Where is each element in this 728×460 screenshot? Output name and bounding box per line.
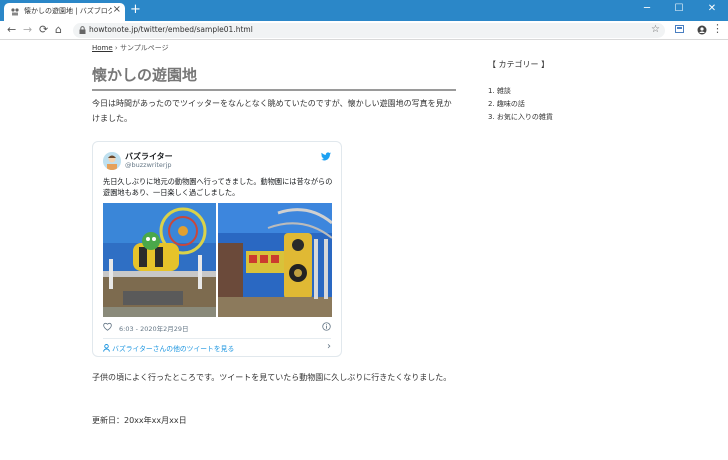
browser-toolbar: ← → ⟳ ⌂ howtonote.jp/twitter/embed/sampl… bbox=[0, 21, 728, 40]
updated-date: 更新日：20xx年xx月xx日 bbox=[92, 416, 187, 425]
breadcrumb-current: サンプルページ bbox=[119, 44, 169, 52]
bookmark-star-icon[interactable]: ☆ bbox=[651, 24, 660, 35]
closing-paragraph: 子供の頃によく行ったところです。ツイートを見ていたら動物園に久しぶりに行きたくな… bbox=[92, 373, 452, 382]
address-bar[interactable]: howtonote.jp/twitter/embed/sample01.html… bbox=[73, 23, 665, 38]
more-tweets-label: バズライターさんの他のツイートを見る bbox=[112, 345, 235, 353]
close-window-button[interactable]: ✕ bbox=[697, 2, 727, 16]
account-icon[interactable] bbox=[697, 25, 707, 35]
extension-icon[interactable] bbox=[675, 25, 685, 35]
like-heart-icon[interactable] bbox=[103, 322, 112, 331]
browser-tab[interactable]: 懐かしの遊園地 | バズブログ × bbox=[4, 3, 125, 21]
minimize-button[interactable]: ─ bbox=[632, 2, 662, 16]
person-icon bbox=[103, 344, 110, 352]
sidebar-item-chat[interactable]: 1. 雑談 bbox=[488, 85, 553, 98]
tab-title: 懐かしの遊園地 | バズブログ bbox=[24, 7, 112, 15]
window-titlebar: 懐かしの遊園地 | バズブログ × + ─ ☐ ✕ bbox=[0, 0, 728, 21]
tweet-text: 先日久しぶりに地元の動物園へ行ってきました。動物園には昔ながらの遊園地もあり、一… bbox=[103, 177, 333, 197]
intro-paragraph: 今日は時間があったのでツイッターをなんとなく眺めていたのですが、懐かしい遊園地の… bbox=[92, 99, 452, 123]
home-button[interactable]: ⌂ bbox=[55, 23, 62, 37]
tweet-timestamp[interactable]: 6:03 - 2020年2月29日 bbox=[119, 323, 189, 333]
tweet-photo-ride[interactable] bbox=[103, 203, 216, 317]
chevron-right-icon[interactable]: › bbox=[327, 341, 331, 352]
embedded-tweet[interactable]: バズライター @buzzwriterjp 先日久しぶりに地元の動物園へ行ってきま… bbox=[92, 141, 342, 357]
page-title: 懐かしの遊園地 bbox=[92, 64, 456, 91]
tweet-photo-train[interactable] bbox=[218, 203, 332, 317]
twitter-bird-icon[interactable] bbox=[321, 152, 331, 161]
breadcrumb-separator: › bbox=[114, 44, 118, 52]
avatar[interactable] bbox=[103, 152, 121, 170]
sidebar-item-hobby[interactable]: 2. 趣味の話 bbox=[488, 98, 553, 111]
breadcrumb: Home › サンプルページ bbox=[92, 43, 169, 53]
maximize-button[interactable]: ☐ bbox=[664, 2, 694, 16]
sidebar-heading: 【 カテゴリー 】 bbox=[488, 60, 550, 69]
sidebar-item-goods[interactable]: 3. お気に入りの雑貨 bbox=[488, 111, 553, 124]
lock-icon bbox=[79, 26, 86, 34]
page-content: Home › サンプルページ 懐かしの遊園地 今日は時間があったのでツイッターを… bbox=[0, 40, 728, 460]
new-tab-button[interactable]: + bbox=[130, 3, 141, 17]
back-button[interactable]: ← bbox=[7, 23, 16, 37]
blog-favicon-icon bbox=[10, 7, 20, 17]
category-list: 1. 雑談 2. 趣味の話 3. お気に入りの雑貨 bbox=[488, 85, 553, 124]
reload-button[interactable]: ⟳ bbox=[39, 23, 48, 37]
more-tweets-link[interactable]: バズライターさんの他のツイートを見る bbox=[103, 343, 234, 353]
url-text: howtonote.jp/twitter/embed/sample01.html bbox=[89, 25, 253, 34]
info-icon[interactable] bbox=[322, 322, 331, 331]
breadcrumb-home-link[interactable]: Home bbox=[92, 44, 113, 52]
tweet-author-handle[interactable]: @buzzwriterjp bbox=[125, 161, 172, 169]
browser-menu-icon[interactable]: ⋮ bbox=[712, 22, 723, 35]
tweet-divider bbox=[103, 338, 331, 339]
close-tab-icon[interactable]: × bbox=[113, 4, 121, 15]
forward-button[interactable]: → bbox=[23, 23, 32, 37]
